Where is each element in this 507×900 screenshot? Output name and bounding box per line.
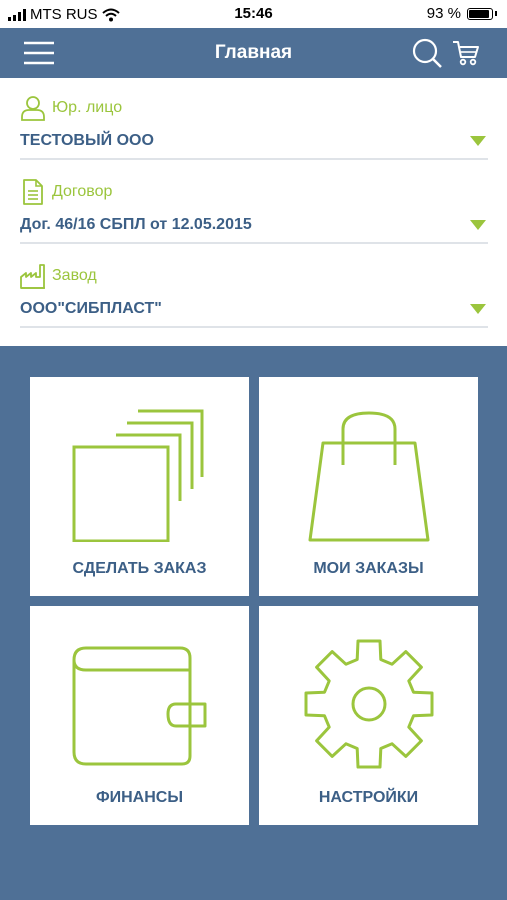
menu-icon [24, 41, 54, 65]
divider [20, 242, 488, 244]
my-orders-label: МОИ ЗАКАЗЫ [313, 560, 424, 577]
divider [20, 158, 488, 160]
my-orders-tile[interactable]: МОИ ЗАКАЗЫ [259, 377, 478, 596]
contract-select[interactable]: Дог. 46/16 СБПЛ от 12.05.2015 [20, 214, 488, 242]
dropdown-arrow-icon [470, 220, 486, 230]
dropdown-arrow-icon [470, 136, 486, 146]
make-order-label: СДЕЛАТЬ ЗАКАЗ [72, 560, 207, 577]
plant-field: Завод ООО"СИБПЛАСТ" [20, 246, 488, 330]
make-order-tile[interactable]: СДЕЛАТЬ ЗАКАЗ [30, 377, 249, 596]
cart-button[interactable] [452, 39, 480, 67]
finances-label: ФИНАНСЫ [95, 789, 184, 806]
settings-label: НАСТРОЙКИ [318, 789, 419, 806]
person-icon [21, 96, 45, 121]
cart-icon [453, 41, 479, 66]
gear-outline [304, 639, 434, 769]
finances-tile[interactable]: ФИНАНСЫ [30, 606, 249, 825]
battery-icon [467, 7, 493, 20]
plant-select[interactable]: ООО"СИБПЛАСТ" [20, 298, 488, 326]
legal-entity-label: Юр. лицо [52, 99, 123, 116]
factory-icon [20, 264, 45, 289]
status-bar: MTS RUS 15:46 93 % [0, 0, 507, 28]
settings-tile[interactable]: НАСТРОЙКИ [259, 606, 478, 825]
legal-entity-select[interactable]: ТЕСТОВЫЙ ООО [20, 130, 488, 158]
contract-value: Дог. 46/16 СБПЛ от 12.05.2015 [20, 216, 252, 233]
contract-field: Договор Дог. 46/16 СБПЛ от 12.05.2015 [20, 162, 488, 246]
battery-percent: 93 % [426, 5, 461, 22]
divider [20, 326, 488, 328]
wallet-icon [72, 646, 207, 766]
shopping-bag-icon [308, 411, 430, 542]
dropdown-arrow-icon [470, 304, 486, 314]
gear-icon [304, 639, 434, 769]
nav-bar: Главная [0, 28, 507, 78]
plant-label: Завод [52, 267, 97, 284]
legal-entity-field: Юр. лицо ТЕСТОВЫЙ ООО [20, 78, 488, 162]
selectors-panel: Юр. лицо ТЕСТОВЫЙ ООО Договор Дог. 46/16… [0, 78, 507, 346]
legal-entity-value: ТЕСТОВЫЙ ООО [20, 132, 154, 149]
battery-info: 93 % [427, 5, 497, 22]
menu-button[interactable] [22, 40, 56, 66]
search-button[interactable] [411, 37, 443, 69]
search-icon [412, 38, 442, 68]
contract-label: Договор [52, 183, 113, 200]
plant-value: ООО"СИБПЛАСТ" [20, 300, 162, 317]
document-icon [23, 179, 43, 205]
stacked-pages-icon [72, 409, 204, 542]
